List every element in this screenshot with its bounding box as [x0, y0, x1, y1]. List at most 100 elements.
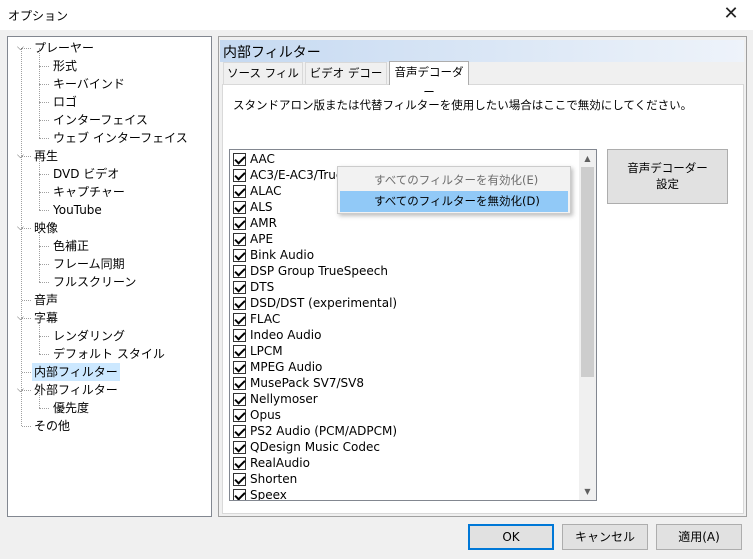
filter-checkbox[interactable]: [233, 425, 246, 438]
filter-checkbox[interactable]: [233, 473, 246, 486]
filter-label: RealAudio: [250, 456, 310, 470]
filter-checkbox[interactable]: [233, 489, 246, 500]
filter-checkbox[interactable]: [233, 233, 246, 246]
instruction-text: スタンドアロン版または代替フィルターを使用したい場合はここで無効にしてください。: [233, 98, 693, 112]
tree-connector: [22, 300, 31, 301]
filter-label: FLAC: [250, 312, 281, 326]
filter-checkbox[interactable]: [233, 345, 246, 358]
tree-item[interactable]: 映像: [32, 219, 60, 237]
tree-connector: [39, 102, 40, 120]
tree-item[interactable]: レンダリング: [51, 327, 127, 345]
scroll-up-icon[interactable]: ▲: [579, 150, 596, 167]
scroll-down-icon[interactable]: ▼: [579, 483, 596, 500]
collapse-icon[interactable]: ⌵: [17, 386, 26, 395]
filter-checkbox[interactable]: [233, 393, 246, 406]
tree-connector: [39, 174, 40, 192]
tree-connector: [39, 48, 40, 66]
filter-checkbox[interactable]: [233, 281, 246, 294]
tree-item[interactable]: キャプチャー: [51, 183, 127, 201]
tree-item[interactable]: YouTube: [51, 201, 104, 219]
options-tree[interactable]: ⌵ プレーヤー 形式 キーバインド ロゴ インターフェイス ウェブ インターフェイス ⌵ 再生 D…: [7, 36, 212, 517]
tree-item[interactable]: 形式: [51, 57, 79, 75]
filter-checkbox[interactable]: [233, 441, 246, 454]
tree-item[interactable]: フレーム同期: [51, 255, 127, 273]
tab-audio-decoder[interactable]: 音声デコーダー: [389, 61, 469, 99]
tree-connector: [39, 192, 49, 193]
filter-checkbox[interactable]: [233, 201, 246, 214]
filter-label: QDesign Music Codec: [250, 440, 380, 454]
tree-item[interactable]: インターフェイス: [51, 111, 150, 129]
filter-label: Nellymoser: [250, 392, 318, 406]
tree-item[interactable]: 優先度: [51, 399, 91, 417]
tree-connector: [39, 264, 49, 265]
tree-item[interactable]: デフォルト スタイル: [51, 345, 167, 363]
tree-item[interactable]: 字幕: [32, 309, 60, 327]
filter-checkbox[interactable]: [233, 329, 246, 342]
tree-item[interactable]: 音声: [32, 291, 60, 309]
filter-label: LPCM: [250, 344, 283, 358]
tab-source-filter[interactable]: ソース フィルター: [223, 62, 303, 100]
filter-label: AMR: [250, 216, 277, 230]
filter-label: DSD/DST (experimental): [250, 296, 398, 310]
tree-item[interactable]: 色補正: [51, 237, 91, 255]
tree-item[interactable]: 再生: [32, 147, 60, 165]
tree-connector: [39, 84, 49, 85]
tree-item[interactable]: ウェブ インターフェイス: [51, 129, 190, 147]
close-icon[interactable]: ✕: [719, 3, 743, 25]
filter-label: Opus: [250, 408, 281, 422]
ok-button[interactable]: OK: [468, 524, 554, 550]
tab-video-decoder[interactable]: ビデオ デコーダー: [305, 62, 387, 100]
tree-connector: [22, 426, 31, 427]
filter-checkbox[interactable]: [233, 297, 246, 310]
tree-item[interactable]: キーバインド: [51, 75, 127, 93]
tree-item[interactable]: プレーヤー: [32, 39, 96, 57]
filter-label: Bink Audio: [250, 248, 315, 262]
tree-item[interactable]: その他: [32, 417, 72, 435]
filter-checkbox[interactable]: [233, 169, 246, 182]
scroll-thumb[interactable]: [581, 167, 594, 377]
filter-checkbox[interactable]: [233, 409, 246, 422]
filter-label: MPEG Audio: [250, 360, 323, 374]
tree-item[interactable]: 外部フィルター: [32, 381, 120, 399]
filter-checkbox[interactable]: [233, 457, 246, 470]
collapse-icon[interactable]: ⌵: [17, 152, 26, 161]
filter-label: DTS: [250, 280, 275, 294]
filter-checkbox[interactable]: [233, 265, 246, 278]
filter-checkbox[interactable]: [233, 361, 246, 374]
menu-disable-all-filters[interactable]: すべてのフィルターを無効化(D): [340, 191, 568, 212]
filter-label: AAC: [250, 152, 275, 166]
tree-connector: [39, 102, 49, 103]
tree-connector: [39, 264, 40, 282]
decoder-button-line2: 設定: [656, 177, 679, 191]
tree-connector: [39, 120, 49, 121]
menu-enable-all-filters[interactable]: すべてのフィルターを有効化(E): [340, 170, 568, 191]
tree-item[interactable]: 内部フィルター: [32, 363, 120, 381]
filter-label: APE: [250, 232, 274, 246]
context-menu: すべてのフィルターを有効化(E) すべてのフィルターを無効化(D): [337, 166, 571, 214]
filter-checkbox[interactable]: [233, 249, 246, 262]
filter-checkbox[interactable]: [233, 217, 246, 230]
tree-connector: [39, 120, 40, 138]
tree-connector: [39, 192, 40, 210]
filter-checkbox[interactable]: [233, 153, 246, 166]
collapse-icon[interactable]: ⌵: [17, 314, 26, 323]
filter-label: DSP Group TrueSpeech: [250, 264, 388, 278]
collapse-icon[interactable]: ⌵: [17, 224, 26, 233]
tree-item[interactable]: ロゴ: [51, 93, 79, 111]
tree-connector: [39, 336, 40, 354]
apply-button[interactable]: 適用(A): [656, 524, 742, 550]
title-bar: オプション ✕: [0, 0, 753, 30]
filter-checkbox[interactable]: [233, 313, 246, 326]
collapse-icon[interactable]: ⌵: [17, 44, 26, 53]
filter-label: Speex: [250, 488, 287, 501]
cancel-button[interactable]: キャンセル: [562, 524, 648, 550]
tree-connector: [22, 372, 31, 373]
window-title: オプション: [8, 9, 69, 23]
audio-decoder-settings-button[interactable]: 音声デコーダー 設定: [607, 149, 728, 204]
tree-item[interactable]: DVD ビデオ: [51, 165, 121, 183]
list-scrollbar[interactable]: ▲ ▼: [579, 150, 596, 500]
filter-label: ALAC: [250, 184, 282, 198]
filter-checkbox[interactable]: [233, 185, 246, 198]
tree-item[interactable]: フルスクリーン: [51, 273, 138, 291]
filter-checkbox[interactable]: [233, 377, 246, 390]
